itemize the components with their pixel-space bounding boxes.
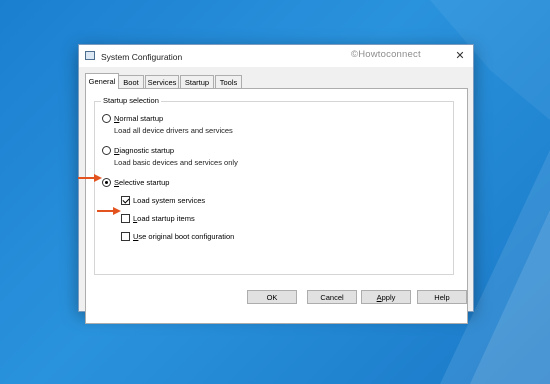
arrow-annotation-selective-startup	[78, 174, 102, 182]
system-configuration-dialog: System Configuration ©Howtoconnect ✕ Gen…	[78, 44, 474, 324]
startup-selection-group: Startup selection Normal startup Load al…	[94, 96, 454, 275]
tab-tools[interactable]: Tools	[215, 75, 242, 88]
watermark: ©Howtoconnect	[351, 49, 421, 60]
load-startup-items-label[interactable]: Load startup items	[133, 214, 195, 223]
normal-startup-description: Load all device drivers and services	[114, 126, 233, 135]
window-title: System Configuration	[101, 52, 183, 62]
dialog-button-bar: OK Cancel Apply Help	[79, 289, 473, 311]
system-configuration-icon	[85, 51, 95, 60]
group-label: Startup selection	[101, 96, 161, 105]
diagnostic-startup-label[interactable]: Diagnostic startup	[114, 146, 174, 155]
arrow-annotation-load-startup-items	[97, 207, 121, 215]
use-original-boot-configuration-checkbox[interactable]	[121, 232, 130, 241]
selective-startup-radio[interactable]	[102, 178, 111, 187]
tab-general[interactable]: General	[85, 73, 119, 89]
close-button[interactable]: ✕	[451, 48, 469, 64]
close-icon: ✕	[455, 50, 465, 62]
title-bar[interactable]: System Configuration ©Howtoconnect ✕	[79, 45, 473, 67]
load-system-services-checkbox[interactable]	[121, 196, 130, 205]
help-button[interactable]: Help	[417, 290, 467, 304]
tab-services[interactable]: Services	[145, 75, 179, 88]
tab-boot[interactable]: Boot	[118, 75, 144, 88]
normal-startup-label[interactable]: Normal startup	[114, 114, 163, 123]
diagnostic-startup-radio[interactable]	[102, 146, 111, 155]
selective-startup-label[interactable]: Selective startup	[114, 178, 169, 187]
normal-startup-radio[interactable]	[102, 114, 111, 123]
load-system-services-label[interactable]: Load system services	[133, 196, 205, 205]
apply-button[interactable]: Apply	[361, 290, 411, 304]
ok-button[interactable]: OK	[247, 290, 297, 304]
cancel-button[interactable]: Cancel	[307, 290, 357, 304]
load-startup-items-checkbox[interactable]	[121, 214, 130, 223]
diagnostic-startup-description: Load basic devices and services only	[114, 158, 238, 167]
tab-startup[interactable]: Startup	[180, 75, 214, 88]
use-original-boot-configuration-label[interactable]: Use original boot configuration	[133, 232, 234, 241]
